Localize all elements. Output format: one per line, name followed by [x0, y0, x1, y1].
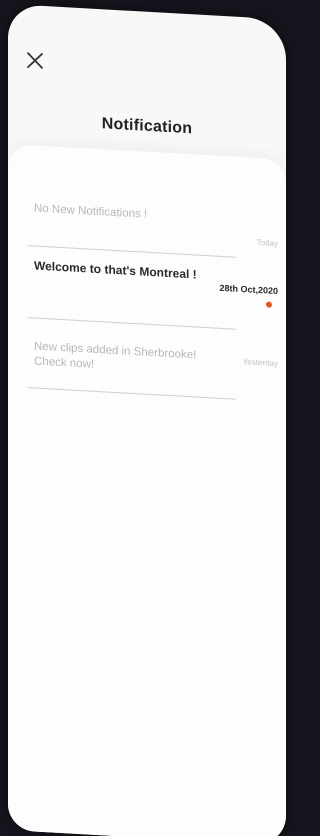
- notification-date: 28th Oct,2020: [219, 282, 278, 297]
- divider: [28, 387, 236, 400]
- close-button[interactable]: [24, 49, 46, 72]
- notification-date: Yesterday: [242, 357, 278, 369]
- phone-screen: Notification No New Notifications ! Toda…: [8, 4, 286, 836]
- close-icon: [27, 52, 43, 69]
- unread-dot: [266, 301, 272, 308]
- notification-text: No New Notifications !: [34, 202, 148, 221]
- notification-date: Today: [256, 237, 278, 249]
- notification-text: New clips added in Sherbrooke! Check now…: [34, 340, 197, 371]
- divider: [28, 245, 236, 258]
- notification-list: No New Notifications ! Today Welcome to …: [8, 144, 286, 836]
- page-title: Notification: [101, 115, 193, 138]
- divider: [28, 317, 236, 330]
- notification-item[interactable]: New clips added in Sherbrooke! Check now…: [28, 339, 286, 413]
